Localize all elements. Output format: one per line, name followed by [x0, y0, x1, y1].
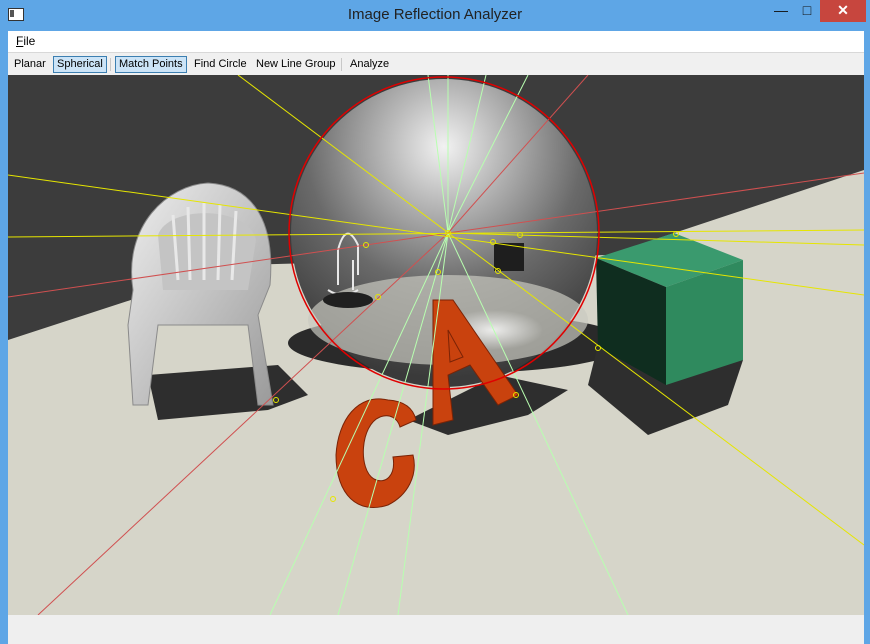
minimize-button[interactable]: —: [768, 0, 794, 22]
toolbar-separator: [110, 58, 111, 71]
find-circle-button[interactable]: Find Circle: [191, 56, 250, 73]
title-bar[interactable]: Image Reflection Analyzer — □ ✕: [0, 0, 870, 31]
status-area: [8, 615, 864, 644]
maximize-button[interactable]: □: [794, 0, 820, 22]
window-title: Image Reflection Analyzer: [347, 6, 523, 23]
scene-image[interactable]: [8, 75, 864, 615]
toolbar: Planar Spherical Match Points Find Circl…: [8, 52, 864, 76]
menu-file[interactable]: File: [16, 34, 35, 48]
analyze-button[interactable]: Analyze: [347, 56, 392, 73]
spherical-button[interactable]: Spherical: [53, 56, 107, 73]
window-frame-right: [864, 31, 870, 644]
planar-button[interactable]: Planar: [11, 56, 49, 73]
close-button[interactable]: ✕: [820, 0, 866, 22]
new-line-group-button[interactable]: New Line Group: [253, 56, 339, 73]
match-points-button[interactable]: Match Points: [115, 56, 187, 73]
image-canvas[interactable]: [8, 75, 864, 615]
toolbar-separator: [341, 58, 342, 71]
window-frame-left: [0, 31, 8, 644]
menu-file-rest: ile: [23, 34, 36, 48]
reflected-shadow: [323, 292, 373, 308]
menu-bar: File: [8, 31, 864, 52]
